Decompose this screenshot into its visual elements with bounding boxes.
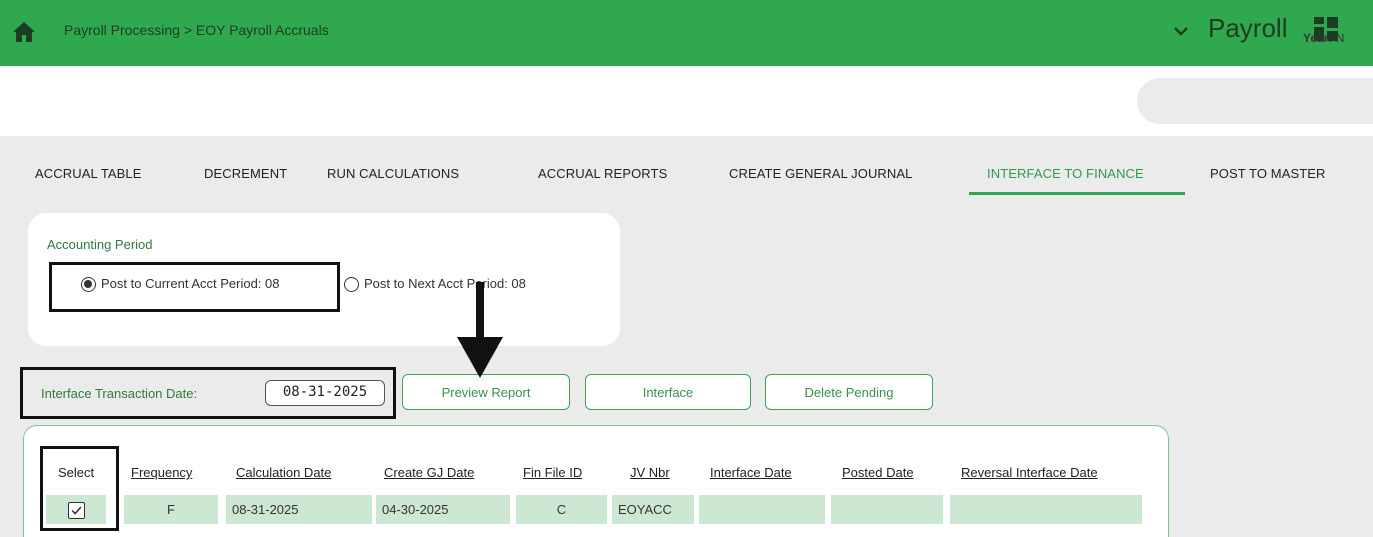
table-cell-fin-file-id: C	[516, 495, 607, 524]
sub-header	[0, 66, 1373, 136]
table-cell-frequency: F	[124, 495, 218, 524]
header-posted-date[interactable]: Posted Date	[842, 465, 914, 480]
tab-run-calculations[interactable]: RUN CALCULATIONS	[327, 166, 459, 181]
table-cell-calculation-date: 08-31-2025	[226, 495, 372, 524]
tab-interface-to-finance[interactable]: INTERFACE TO FINANCE	[987, 166, 1144, 181]
delete-pending-button[interactable]: Delete Pending	[765, 374, 933, 410]
table-cell-jv-nbr: EOYACC	[612, 495, 694, 524]
table-cell-create-gj-date: 04-30-2025	[376, 495, 510, 524]
app-title: Payroll	[1208, 13, 1288, 43]
header-reversal-interface-date[interactable]: Reversal Interface Date	[961, 465, 1098, 480]
tab-accrual-reports[interactable]: ACCRUAL REPORTS	[538, 166, 667, 181]
header-calculation-date[interactable]: Calculation Date	[236, 465, 331, 480]
arrow-annotation	[457, 282, 503, 378]
table-cell-interface-date	[699, 495, 825, 524]
top-bar: Payroll Processing > EOY Payroll Accrual…	[0, 0, 1373, 66]
breadcrumb[interactable]: Payroll Processing > EOY Payroll Accrual…	[64, 22, 329, 38]
year-selector[interactable]	[1137, 78, 1373, 124]
year-label: Year: N	[1303, 31, 1345, 45]
header-frequency[interactable]: Frequency	[131, 465, 192, 480]
table-cell-reversal-interface-date	[950, 495, 1142, 524]
tab-accrual-table[interactable]: ACCRUAL TABLE	[35, 166, 142, 181]
active-tab-indicator	[969, 192, 1185, 195]
radio-next-period[interactable]	[344, 277, 359, 292]
year-value: N	[1335, 31, 1345, 45]
header-interface-date[interactable]: Interface Date	[710, 465, 792, 480]
accounting-period-title: Accounting Period	[47, 237, 153, 252]
tab-create-general-journal[interactable]: CREATE GENERAL JOURNAL	[729, 166, 913, 181]
chevron-down-icon[interactable]	[1172, 22, 1190, 40]
header-jv-nbr[interactable]: JV Nbr	[630, 465, 670, 480]
highlight-box-select	[40, 446, 119, 531]
highlight-box-current-period	[49, 262, 340, 312]
tab-decrement[interactable]: DECREMENT	[204, 166, 287, 181]
home-icon[interactable]	[12, 20, 36, 44]
header-create-gj-date[interactable]: Create GJ Date	[384, 465, 474, 480]
table-cell-posted-date	[831, 495, 943, 524]
interface-button[interactable]: Interface	[585, 374, 751, 410]
highlight-box-transaction-date	[20, 367, 396, 419]
header-fin-file-id[interactable]: Fin File ID	[523, 465, 582, 480]
tab-post-to-master[interactable]: POST TO MASTER	[1210, 166, 1326, 181]
